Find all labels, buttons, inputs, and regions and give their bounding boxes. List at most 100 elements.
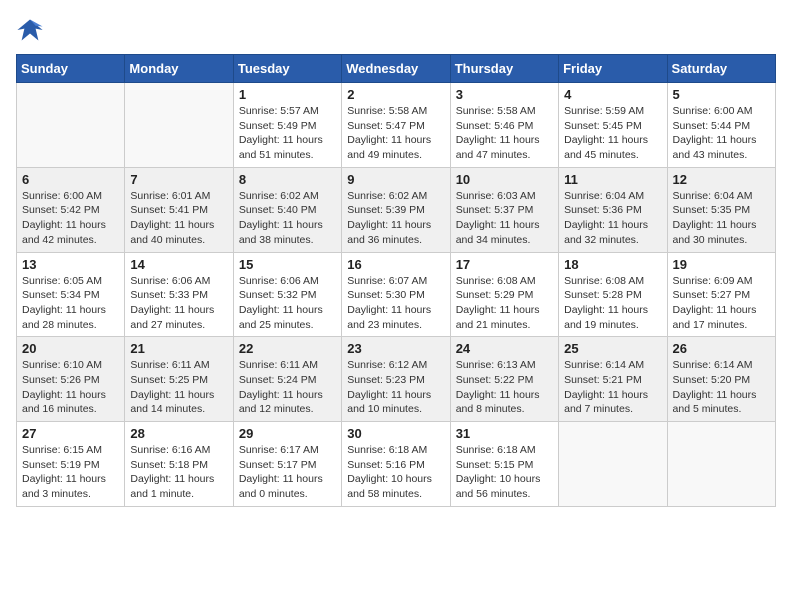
calendar-cell: 21 Sunrise: 6:11 AM Sunset: 5:25 PM Dayli… (125, 337, 233, 422)
day-number: 18 (564, 257, 661, 272)
logo (16, 16, 48, 44)
day-number: 4 (564, 87, 661, 102)
day-info: Sunrise: 6:09 AM Sunset: 5:27 PM Dayligh… (673, 274, 770, 333)
day-info: Sunrise: 6:02 AM Sunset: 5:39 PM Dayligh… (347, 189, 444, 248)
calendar-cell: 25 Sunrise: 6:14 AM Sunset: 5:21 PM Dayli… (559, 337, 667, 422)
day-info: Sunrise: 6:10 AM Sunset: 5:26 PM Dayligh… (22, 358, 119, 417)
day-number: 15 (239, 257, 336, 272)
day-info: Sunrise: 6:18 AM Sunset: 5:15 PM Dayligh… (456, 443, 553, 502)
day-info: Sunrise: 6:06 AM Sunset: 5:33 PM Dayligh… (130, 274, 227, 333)
day-number: 16 (347, 257, 444, 272)
day-info: Sunrise: 6:16 AM Sunset: 5:18 PM Dayligh… (130, 443, 227, 502)
calendar-header-row: SundayMondayTuesdayWednesdayThursdayFrid… (17, 55, 776, 83)
day-number: 24 (456, 341, 553, 356)
calendar-table: SundayMondayTuesdayWednesdayThursdayFrid… (16, 54, 776, 507)
col-header-friday: Friday (559, 55, 667, 83)
week-row-2: 6 Sunrise: 6:00 AM Sunset: 5:42 PM Daylig… (17, 167, 776, 252)
day-number: 9 (347, 172, 444, 187)
day-number: 12 (673, 172, 770, 187)
day-info: Sunrise: 6:04 AM Sunset: 5:36 PM Dayligh… (564, 189, 661, 248)
calendar-cell: 11 Sunrise: 6:04 AM Sunset: 5:36 PM Dayli… (559, 167, 667, 252)
calendar-cell: 12Sunrise: 6:04 AM Sunset: 5:35 PM Dayli… (667, 167, 775, 252)
day-number: 8 (239, 172, 336, 187)
day-number: 19 (673, 257, 770, 272)
day-info: Sunrise: 6:00 AM Sunset: 5:42 PM Dayligh… (22, 189, 119, 248)
day-info: Sunrise: 6:13 AM Sunset: 5:22 PM Dayligh… (456, 358, 553, 417)
week-row-4: 20Sunrise: 6:10 AM Sunset: 5:26 PM Dayli… (17, 337, 776, 422)
calendar-cell: 15 Sunrise: 6:06 AM Sunset: 5:32 PM Dayli… (233, 252, 341, 337)
day-number: 26 (673, 341, 770, 356)
calendar-cell: 29Sunrise: 6:17 AM Sunset: 5:17 PM Dayli… (233, 422, 341, 507)
day-info: Sunrise: 5:58 AM Sunset: 5:46 PM Dayligh… (456, 104, 553, 163)
calendar-cell: 24 Sunrise: 6:13 AM Sunset: 5:22 PM Dayli… (450, 337, 558, 422)
calendar-cell: 26 Sunrise: 6:14 AM Sunset: 5:20 PM Dayli… (667, 337, 775, 422)
day-info: Sunrise: 6:14 AM Sunset: 5:21 PM Dayligh… (564, 358, 661, 417)
day-number: 21 (130, 341, 227, 356)
calendar-cell: 13 Sunrise: 6:05 AM Sunset: 5:34 PM Dayli… (17, 252, 125, 337)
day-info: Sunrise: 6:15 AM Sunset: 5:19 PM Dayligh… (22, 443, 119, 502)
day-number: 11 (564, 172, 661, 187)
day-info: Sunrise: 5:57 AM Sunset: 5:49 PM Dayligh… (239, 104, 336, 163)
day-info: Sunrise: 6:07 AM Sunset: 5:30 PM Dayligh… (347, 274, 444, 333)
day-info: Sunrise: 6:00 AM Sunset: 5:44 PM Dayligh… (673, 104, 770, 163)
day-info: Sunrise: 6:18 AM Sunset: 5:16 PM Dayligh… (347, 443, 444, 502)
day-number: 17 (456, 257, 553, 272)
day-number: 23 (347, 341, 444, 356)
day-number: 7 (130, 172, 227, 187)
day-number: 2 (347, 87, 444, 102)
calendar-cell: 28 Sunrise: 6:16 AM Sunset: 5:18 PM Dayli… (125, 422, 233, 507)
calendar-cell: 10Sunrise: 6:03 AM Sunset: 5:37 PM Dayli… (450, 167, 558, 252)
calendar-cell: 8 Sunrise: 6:02 AM Sunset: 5:40 PM Daylig… (233, 167, 341, 252)
calendar-cell: 23Sunrise: 6:12 AM Sunset: 5:23 PM Dayli… (342, 337, 450, 422)
calendar-cell: 20Sunrise: 6:10 AM Sunset: 5:26 PM Dayli… (17, 337, 125, 422)
day-info: Sunrise: 6:03 AM Sunset: 5:37 PM Dayligh… (456, 189, 553, 248)
week-row-1: 1 Sunrise: 5:57 AM Sunset: 5:49 PM Daylig… (17, 83, 776, 168)
day-number: 3 (456, 87, 553, 102)
calendar-cell (559, 422, 667, 507)
day-number: 31 (456, 426, 553, 441)
col-header-saturday: Saturday (667, 55, 775, 83)
col-header-monday: Monday (125, 55, 233, 83)
calendar-cell: 2 Sunrise: 5:58 AM Sunset: 5:47 PM Daylig… (342, 83, 450, 168)
day-info: Sunrise: 6:17 AM Sunset: 5:17 PM Dayligh… (239, 443, 336, 502)
day-info: Sunrise: 6:11 AM Sunset: 5:25 PM Dayligh… (130, 358, 227, 417)
day-number: 27 (22, 426, 119, 441)
day-info: Sunrise: 6:08 AM Sunset: 5:28 PM Dayligh… (564, 274, 661, 333)
calendar-cell: 27 Sunrise: 6:15 AM Sunset: 5:19 PM Dayli… (17, 422, 125, 507)
day-number: 30 (347, 426, 444, 441)
col-header-thursday: Thursday (450, 55, 558, 83)
week-row-3: 13 Sunrise: 6:05 AM Sunset: 5:34 PM Dayli… (17, 252, 776, 337)
calendar-cell (125, 83, 233, 168)
day-info: Sunrise: 6:14 AM Sunset: 5:20 PM Dayligh… (673, 358, 770, 417)
calendar-cell: 3 Sunrise: 5:58 AM Sunset: 5:46 PM Daylig… (450, 83, 558, 168)
day-number: 5 (673, 87, 770, 102)
day-info: Sunrise: 5:59 AM Sunset: 5:45 PM Dayligh… (564, 104, 661, 163)
calendar-cell: 1 Sunrise: 5:57 AM Sunset: 5:49 PM Daylig… (233, 83, 341, 168)
col-header-tuesday: Tuesday (233, 55, 341, 83)
calendar-cell: 6 Sunrise: 6:00 AM Sunset: 5:42 PM Daylig… (17, 167, 125, 252)
day-number: 28 (130, 426, 227, 441)
day-info: Sunrise: 6:02 AM Sunset: 5:40 PM Dayligh… (239, 189, 336, 248)
logo-icon (16, 16, 44, 44)
day-info: Sunrise: 6:06 AM Sunset: 5:32 PM Dayligh… (239, 274, 336, 333)
calendar-cell: 17Sunrise: 6:08 AM Sunset: 5:29 PM Dayli… (450, 252, 558, 337)
day-info: Sunrise: 6:05 AM Sunset: 5:34 PM Dayligh… (22, 274, 119, 333)
day-number: 6 (22, 172, 119, 187)
page-header (16, 16, 776, 44)
calendar-cell: 7Sunrise: 6:01 AM Sunset: 5:41 PM Daylig… (125, 167, 233, 252)
calendar-cell: 31 Sunrise: 6:18 AM Sunset: 5:15 PM Dayli… (450, 422, 558, 507)
calendar-cell (17, 83, 125, 168)
calendar-cell: 30 Sunrise: 6:18 AM Sunset: 5:16 PM Dayli… (342, 422, 450, 507)
calendar-cell: 22Sunrise: 6:11 AM Sunset: 5:24 PM Dayli… (233, 337, 341, 422)
day-info: Sunrise: 5:58 AM Sunset: 5:47 PM Dayligh… (347, 104, 444, 163)
calendar-cell: 18 Sunrise: 6:08 AM Sunset: 5:28 PM Dayli… (559, 252, 667, 337)
day-number: 1 (239, 87, 336, 102)
calendar-cell: 16 Sunrise: 6:07 AM Sunset: 5:30 PM Dayli… (342, 252, 450, 337)
calendar-cell: 14 Sunrise: 6:06 AM Sunset: 5:33 PM Dayli… (125, 252, 233, 337)
week-row-5: 27 Sunrise: 6:15 AM Sunset: 5:19 PM Dayli… (17, 422, 776, 507)
day-number: 25 (564, 341, 661, 356)
day-number: 13 (22, 257, 119, 272)
day-number: 14 (130, 257, 227, 272)
col-header-sunday: Sunday (17, 55, 125, 83)
calendar-cell: 9 Sunrise: 6:02 AM Sunset: 5:39 PM Daylig… (342, 167, 450, 252)
